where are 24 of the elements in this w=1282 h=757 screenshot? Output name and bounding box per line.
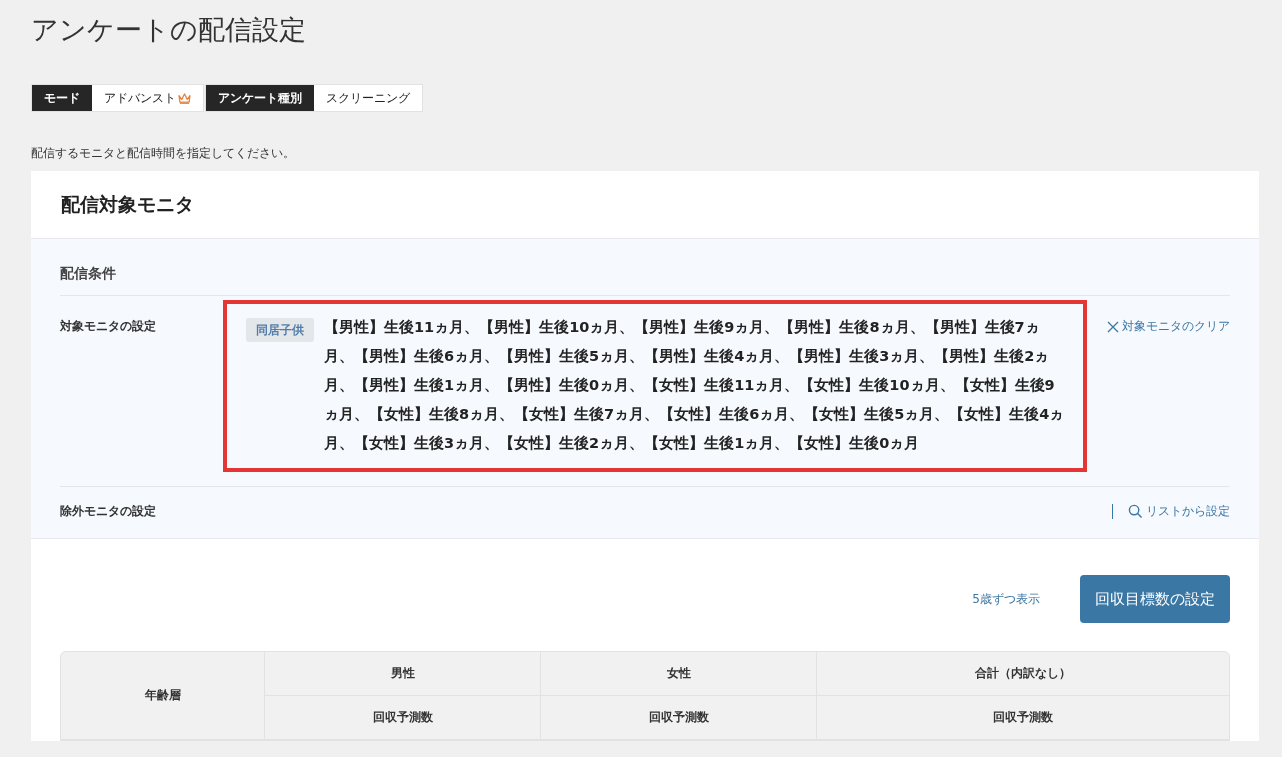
- list-setting-link[interactable]: リストから設定: [1128, 503, 1230, 520]
- row-label: 対象モニタの設定: [60, 318, 157, 335]
- row-label: 除外モニタの設定: [60, 503, 157, 520]
- clear-link[interactable]: 対象モニタのクリア: [1107, 300, 1230, 335]
- crown-icon: [178, 92, 191, 104]
- toggle-label: アンケート種別: [206, 85, 314, 111]
- target-count-button[interactable]: 回収目標数の設定: [1080, 575, 1230, 623]
- close-icon: [1107, 320, 1119, 333]
- search-icon: [1128, 504, 1143, 519]
- condition-tag: 同居子供: [246, 318, 314, 342]
- table-header: 回収予測数: [264, 696, 540, 740]
- section-title: 配信条件: [60, 239, 1230, 296]
- table-header: 回収予測数: [540, 696, 816, 740]
- age-group-link[interactable]: 5歳ずつ表示: [972, 590, 1040, 608]
- card-title: 配信対象モニタ: [61, 191, 194, 217]
- table-header: 女性: [540, 652, 816, 696]
- toggle-label: モード: [32, 85, 92, 111]
- table-header: 回収予測数: [816, 696, 1229, 740]
- table-header: 男性: [264, 652, 540, 696]
- target-monitor-text: 【男性】生後11ヵ月、【男性】生後10ヵ月、【男性】生後9ヵ月、【男性】生後8ヵ月、【男性】生後7ヵ月、【男性】生後6ヵ月、【男性】生後5ヵ月、【男性】生後4ヵ月、【男性】生後3ヵ月、【男性】生後2ヵ月、【男性】生後1ヵ月、【男性】生後0ヵ月、【女性】生後11ヵ月、【女性】生後10ヵ月、【女性】生後9ヵ月、【女性】生後8ヵ月、【女性】生後7ヵ月、【女性】生後6ヵ月、【女性】生後5ヵ月、【女性】生後4ヵ月、【女性】生後3ヵ月、【女性】生後2ヵ月、【女性】生後1ヵ月、【女性】生後0ヵ月: [324, 318, 1065, 453]
- page-title: アンケートの配信設定: [31, 13, 307, 47]
- table-header: 年齢層: [61, 652, 264, 740]
- instruction-text: 配信するモニタと配信時間を指定してください。: [31, 145, 296, 162]
- table-header: 合計（内訳なし）: [816, 652, 1229, 696]
